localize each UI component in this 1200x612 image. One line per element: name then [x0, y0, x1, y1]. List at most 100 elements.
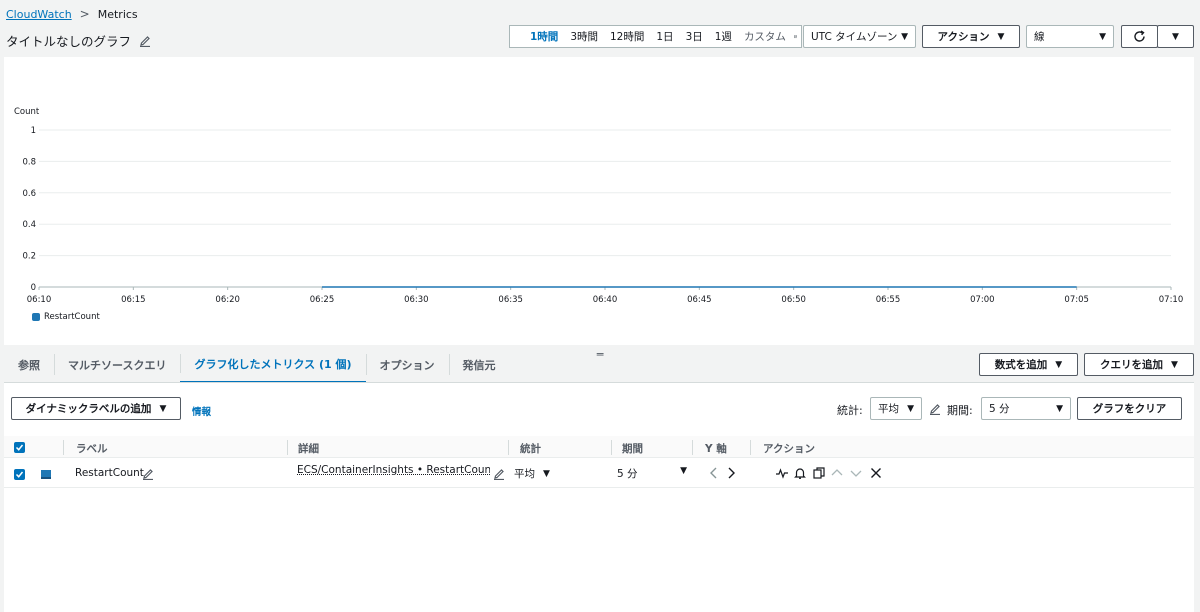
period-value: 5 分 — [989, 403, 1010, 415]
column-header-stat: 統計 — [520, 443, 541, 455]
row-checkbox[interactable] — [14, 469, 25, 480]
time-range-1h[interactable]: 1時間 — [510, 29, 564, 44]
graph-type-select[interactable]: 線 ▼ — [1026, 25, 1114, 48]
caret-down-icon: ▼ — [159, 403, 167, 414]
chevron-up-icon[interactable] — [830, 466, 844, 480]
select-all-checkbox[interactable] — [14, 442, 25, 453]
x-tick-label: 06:50 — [781, 295, 806, 305]
edit-details-icon[interactable] — [493, 468, 505, 480]
add-query-label: クエリを追加 — [1100, 359, 1164, 371]
row-stat-value: 平均 — [514, 468, 535, 480]
close-icon[interactable] — [869, 466, 883, 480]
edit-label-icon[interactable] — [142, 468, 154, 480]
timezone-select[interactable]: UTC タイムゾーン ▼ — [803, 25, 916, 48]
x-tick-label: 06:45 — [687, 295, 712, 305]
refresh-interval-dropdown[interactable]: ▼ — [1157, 25, 1194, 48]
column-header-details: 詳細 — [298, 443, 319, 455]
tab-source[interactable]: 発信元 — [448, 346, 510, 383]
period-label: 期間: — [947, 404, 973, 417]
caret-down-icon: ▼ — [997, 31, 1005, 42]
time-range-3h[interactable]: 3時間 — [564, 29, 604, 44]
chevron-right-icon[interactable] — [724, 466, 738, 480]
graph-title-row: タイトルなしのグラフ — [6, 31, 151, 50]
edit-pencil-icon[interactable] — [929, 403, 941, 415]
series-color-swatch[interactable] — [41, 470, 51, 479]
caret-down-icon: ▼ — [907, 403, 914, 414]
column-separator — [611, 440, 612, 455]
time-range-12h[interactable]: 12時間 — [604, 29, 650, 44]
y-axis-label: Count — [14, 107, 40, 117]
column-separator — [63, 440, 64, 455]
caret-down-icon: ▼ — [1056, 403, 1063, 414]
column-separator — [692, 440, 693, 455]
y-tick-label: 0.8 — [22, 157, 36, 167]
legend-label: RestartCount — [44, 312, 100, 322]
actions-dropdown-button[interactable]: アクション ▼ — [922, 25, 1020, 48]
caret-down-icon: ▼ — [1172, 31, 1179, 42]
timezone-value: UTC タイムゾーン — [811, 31, 898, 43]
time-range-3d[interactable]: 3日 — [680, 29, 709, 44]
y-tick-label: 0 — [31, 283, 36, 293]
legend-swatch — [32, 313, 40, 321]
x-tick-label: 06:10 — [27, 295, 52, 305]
clear-graph-button[interactable]: グラフをクリア — [1077, 397, 1182, 420]
x-tick-label: 06:55 — [876, 295, 901, 305]
x-tick-label: 07:00 — [970, 295, 995, 305]
add-dynamic-label-text: ダイナミックラベルの追加 — [25, 403, 152, 415]
breadcrumb-current: Metrics — [97, 7, 138, 21]
line-chart: Count 0 0.2 0.4 0.6 0.8 1 06:10 06:15 06:20 06:25 0… — [14, 107, 1184, 305]
edit-title-icon[interactable] — [139, 35, 151, 47]
column-separator — [750, 440, 751, 455]
row-period-select[interactable]: 5 分 ▼ — [617, 466, 687, 481]
bell-alarm-icon[interactable] — [793, 466, 807, 480]
tab-options[interactable]: オプション — [365, 346, 449, 383]
chart-legend[interactable]: RestartCount — [32, 312, 100, 322]
x-tick-label: 06:40 — [593, 295, 618, 305]
y-tick-label: 0.2 — [22, 252, 36, 262]
breadcrumb-cloudwatch-link[interactable]: CloudWatch — [6, 8, 72, 21]
tab-multi-source-query[interactable]: マルチソースクエリ — [54, 346, 180, 383]
table-row: RestartCount ECS/ContainerInsights • Res… — [4, 459, 1194, 488]
add-math-button[interactable]: 数式を追加 ▼ — [979, 353, 1078, 376]
y-tick-label: 1 — [31, 126, 36, 136]
x-tick-label: 06:30 — [404, 295, 429, 305]
column-separator — [287, 440, 288, 455]
calendar-icon[interactable] — [793, 31, 797, 42]
info-link[interactable]: 情報 — [192, 404, 211, 418]
refresh-button[interactable] — [1121, 25, 1158, 48]
row-period-value: 5 分 — [617, 468, 638, 480]
time-range-1d[interactable]: 1日 — [650, 29, 679, 44]
caret-down-icon: ▼ — [901, 31, 908, 42]
row-details[interactable]: ECS/ContainerInsights • RestartCount • S… — [297, 464, 490, 476]
caret-down-icon: ▼ — [680, 466, 687, 476]
column-header-label: ラベル — [76, 443, 108, 455]
chevron-left-icon[interactable] — [707, 466, 721, 480]
y-tick-label: 0.6 — [22, 189, 36, 199]
statistic-label: 統計: — [837, 404, 863, 417]
y-tick-label: 0.4 — [22, 220, 36, 230]
statistic-select[interactable]: 平均 ▼ — [870, 397, 922, 420]
tab-browse[interactable]: 参照 — [4, 346, 54, 383]
duplicate-icon[interactable] — [812, 466, 826, 480]
caret-down-icon: ▼ — [1171, 359, 1178, 370]
column-header-period: 期間 — [622, 443, 643, 455]
x-tick-label: 07:05 — [1064, 295, 1089, 305]
checkmark-icon — [15, 471, 24, 478]
x-tick-label: 07:10 — [1159, 295, 1184, 305]
clear-graph-label: グラフをクリア — [1092, 403, 1167, 415]
time-range-selector: 1時間 3時間 12時間 1日 3日 1週 カスタム — [509, 25, 802, 48]
time-range-custom[interactable]: カスタム — [738, 29, 792, 44]
time-range-1w[interactable]: 1週 — [709, 29, 738, 44]
column-separator — [508, 440, 509, 455]
metrics-tabs: 参照 マルチソースクエリ グラフ化したメトリクス (1 個) オプション 発信元 — [4, 346, 694, 383]
row-stat-select[interactable]: 平均 ▼ — [514, 466, 550, 481]
caret-down-icon: ▼ — [1055, 359, 1063, 370]
chevron-down-icon[interactable] — [849, 466, 863, 480]
period-select[interactable]: 5 分 ▼ — [981, 397, 1071, 420]
graph-title: タイトルなしのグラフ — [6, 34, 132, 49]
statistic-value: 平均 — [878, 403, 899, 415]
tab-graphed-metrics[interactable]: グラフ化したメトリクス (1 個) — [180, 346, 366, 383]
add-dynamic-label-button[interactable]: ダイナミックラベルの追加 ▼ — [11, 397, 181, 420]
anomaly-detection-icon[interactable] — [775, 466, 789, 480]
add-query-button[interactable]: クエリを追加 ▼ — [1084, 353, 1194, 376]
